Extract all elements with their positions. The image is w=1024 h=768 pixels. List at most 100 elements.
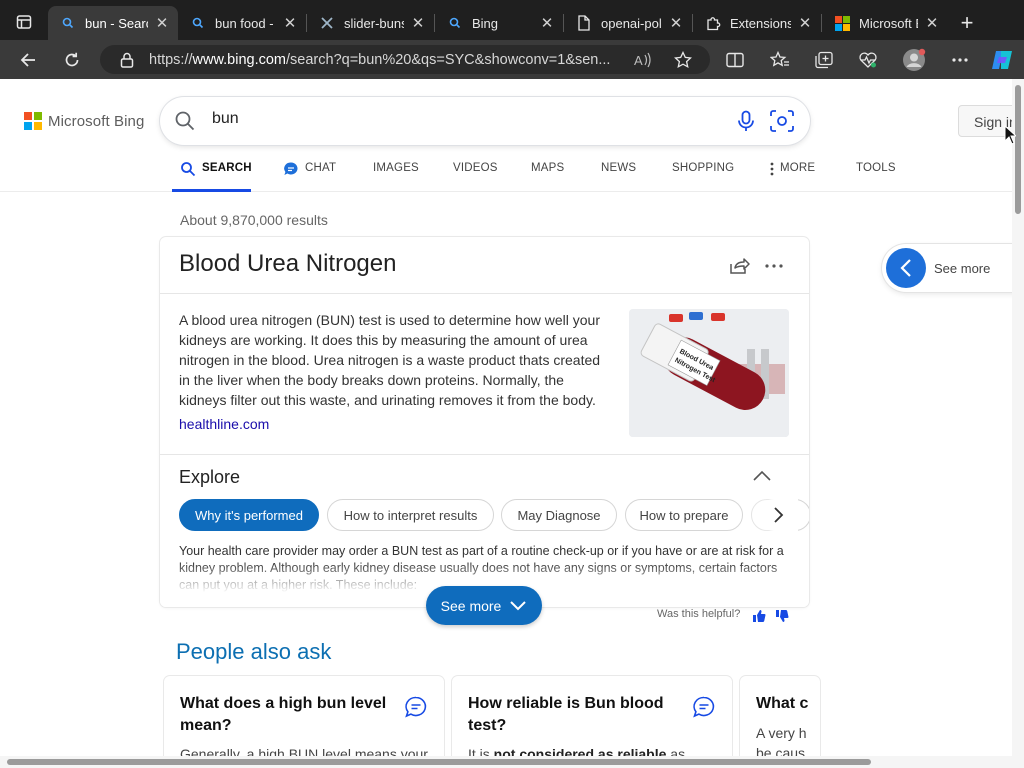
- tab-title: Microsoft Edge: [859, 15, 918, 31]
- chip-how-to-prepare[interactable]: How to prepare: [625, 499, 743, 531]
- people-also-ask-title: People also ask: [176, 639, 332, 664]
- close-icon[interactable]: ✕: [797, 15, 813, 32]
- browser-toolbar: https://www.bing.com/search?q=bun%20&qs=…: [0, 40, 1024, 79]
- thumbs-up-icon[interactable]: [752, 609, 766, 623]
- tab-images[interactable]: IMAGES: [373, 162, 419, 192]
- paa-question[interactable]: What does a high bun level mean?: [180, 693, 390, 737]
- tab-slider-buns[interactable]: slider-buns ✕: [307, 6, 434, 40]
- url-text[interactable]: https://www.bing.com/search?q=bun%20&qs=…: [149, 52, 627, 68]
- address-bar[interactable]: https://www.bing.com/search?q=bun%20&qs=…: [100, 45, 710, 74]
- paa-question[interactable]: How reliable is Bun blood test?: [468, 693, 678, 737]
- search-input[interactable]: bun: [212, 110, 239, 128]
- tab-videos[interactable]: VIDEOS: [453, 162, 498, 192]
- more-options-icon[interactable]: [949, 49, 971, 71]
- chip-interpret-results[interactable]: How to interpret results: [327, 499, 494, 531]
- tab-microsoft-edge[interactable]: Microsoft Edge ✕: [822, 6, 948, 40]
- helpful-prompt: Was this helpful?: [657, 608, 741, 620]
- divider: [160, 293, 809, 294]
- scrollbar-thumb[interactable]: [1015, 85, 1021, 214]
- favorite-star-icon[interactable]: [673, 50, 693, 70]
- chevron-up-icon[interactable]: [751, 468, 773, 484]
- tab-bun-search[interactable]: bun - Search ✕: [48, 6, 178, 40]
- tab-title: bun food - Search: [215, 15, 276, 31]
- tools-icon: [319, 15, 335, 31]
- tab-openai-policy[interactable]: openai-policy ✕: [564, 6, 692, 40]
- tab-more[interactable]: MORE: [770, 162, 815, 192]
- vertical-scrollbar[interactable]: [1012, 79, 1024, 756]
- bun-test-tube-image[interactable]: Blood Urea Nitrogen Test: [629, 309, 789, 437]
- thumbs-down-icon[interactable]: [775, 609, 789, 623]
- read-aloud-icon[interactable]: A: [633, 50, 653, 70]
- share-icon[interactable]: [728, 255, 750, 277]
- chat-icon: [284, 162, 298, 175]
- close-icon[interactable]: ✕: [924, 15, 940, 32]
- chevron-right-icon: [774, 507, 784, 523]
- tab-tools[interactable]: TOOLS: [856, 162, 896, 192]
- more-options-icon[interactable]: [763, 255, 785, 277]
- divider: [160, 454, 809, 455]
- tab-chat[interactable]: CHAT: [283, 162, 336, 192]
- puzzle-icon: [705, 15, 721, 31]
- tab-actions-icon[interactable]: [10, 10, 38, 34]
- side-see-more-button[interactable]: See more: [882, 244, 1012, 292]
- tab-search[interactable]: SEARCH: [180, 162, 252, 192]
- close-icon[interactable]: ✕: [282, 15, 298, 32]
- paa-answer: It is not considered as reliable as: [468, 746, 686, 756]
- paa-question[interactable]: What c: [756, 693, 820, 715]
- vertical-dots-icon: [770, 162, 774, 176]
- svg-text:A: A: [634, 53, 643, 68]
- favorites-icon[interactable]: [769, 49, 791, 71]
- search-icon[interactable]: [174, 110, 196, 132]
- paa-card[interactable]: What c A very h be caus: [740, 676, 820, 756]
- tab-title: slider-buns: [344, 15, 404, 31]
- copilot-icon[interactable]: [990, 48, 1014, 72]
- microsoft-logo-icon: [834, 15, 850, 31]
- tab-title: openai-policy: [601, 15, 662, 31]
- side-see-more-label: See more: [934, 261, 991, 276]
- source-link[interactable]: healthline.com: [179, 416, 269, 432]
- profile-avatar-icon[interactable]: [902, 48, 926, 72]
- bing-logo[interactable]: Microsoft Bing: [24, 112, 144, 130]
- chevron-down-icon: [510, 600, 527, 610]
- new-tab-button[interactable]: +: [955, 12, 979, 36]
- split-screen-icon[interactable]: [724, 49, 746, 71]
- tab-title: bun - Search: [85, 15, 148, 31]
- search-icon: [190, 15, 206, 31]
- scrollbar-thumb[interactable]: [7, 759, 871, 765]
- close-icon[interactable]: ✕: [539, 15, 555, 32]
- close-icon[interactable]: ✕: [668, 15, 684, 32]
- collections-icon[interactable]: [813, 49, 835, 71]
- microsoft-logo-icon: [24, 112, 42, 130]
- see-more-button[interactable]: See more: [426, 586, 542, 625]
- search-vertical-tabs: SEARCH CHAT IMAGES VIDEOS MAPS NEWS SHOP…: [0, 156, 1012, 192]
- back-button[interactable]: [16, 48, 40, 72]
- card-title[interactable]: Blood Urea Nitrogen: [179, 250, 396, 278]
- tab-title: Extensions: [730, 15, 791, 31]
- microphone-icon[interactable]: [734, 109, 758, 133]
- tab-maps[interactable]: MAPS: [531, 162, 564, 192]
- tab-shopping[interactable]: SHOPPING: [672, 162, 734, 192]
- chip-may-diagnose[interactable]: May Diagnose: [501, 499, 617, 531]
- chips-next-button[interactable]: [758, 499, 798, 531]
- chip-why-performed[interactable]: Why it's performed: [179, 499, 319, 531]
- bing-results-page: Microsoft Bing bun Sign in SEARCH CHAT I…: [0, 79, 1012, 756]
- refresh-button[interactable]: [60, 48, 84, 72]
- chat-bubble-icon[interactable]: [404, 695, 428, 719]
- paa-card[interactable]: What does a high bun level mean? General…: [164, 676, 444, 756]
- browser-essentials-icon[interactable]: [857, 49, 879, 71]
- tab-news[interactable]: NEWS: [601, 162, 636, 192]
- tab-bing[interactable]: Bing ✕: [435, 6, 563, 40]
- result-count: About 9,870,000 results: [180, 212, 328, 228]
- paa-card[interactable]: How reliable is Bun blood test? It is no…: [452, 676, 732, 756]
- tab-bun-food-search[interactable]: bun food - Search ✕: [178, 6, 306, 40]
- tab-title: Bing: [472, 15, 499, 31]
- tab-extensions[interactable]: Extensions ✕: [693, 6, 821, 40]
- horizontal-scrollbar[interactable]: [0, 756, 1024, 768]
- chat-bubble-icon[interactable]: [692, 695, 716, 719]
- visual-search-icon[interactable]: [769, 109, 795, 133]
- search-box[interactable]: bun: [160, 97, 810, 145]
- answer-card: Blood Urea Nitrogen A blood urea nitroge…: [160, 237, 809, 607]
- close-icon[interactable]: ✕: [410, 15, 426, 32]
- lock-icon[interactable]: [118, 51, 136, 69]
- close-icon[interactable]: ✕: [154, 15, 170, 32]
